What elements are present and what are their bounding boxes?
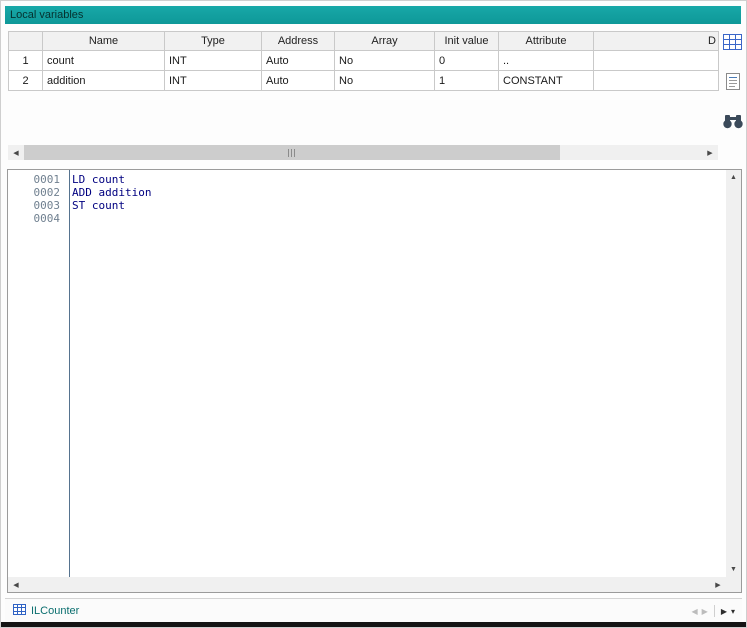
code-line[interactable]: 0003 ST count [8, 199, 726, 212]
address-cell[interactable]: Auto [262, 51, 335, 71]
column-header-array[interactable]: Array [335, 32, 435, 51]
editor-horizontal-scrollbar[interactable]: ◀ ▶ [8, 577, 726, 592]
scrollbar-corner [726, 577, 741, 592]
type-cell[interactable]: INT [165, 71, 262, 91]
code-line[interactable]: 0001 LD count [8, 173, 726, 186]
scrollbar-thumb[interactable] [24, 145, 560, 160]
local-variables-titlebar[interactable]: Local variables [5, 6, 741, 24]
scrollbar-track[interactable] [24, 145, 702, 160]
local-variables-panel: Local variables Name Type Address Array … [0, 0, 747, 628]
attribute-cell[interactable]: .. [499, 51, 594, 71]
line-number: 0004 [8, 212, 65, 225]
window-bottom-edge [1, 622, 746, 627]
tab-next-button[interactable]: ▶ [721, 607, 727, 616]
scrollbar-grip-icon [288, 149, 296, 157]
code-line[interactable]: 0004 [8, 212, 726, 225]
monitor-list-button[interactable] [721, 71, 745, 95]
scroll-left-button[interactable]: ◀ [8, 145, 24, 160]
find-button[interactable] [721, 111, 745, 135]
column-header-address[interactable]: Address [262, 32, 335, 51]
code-text: LD count [65, 173, 125, 186]
variable-grid-button[interactable] [721, 31, 745, 55]
name-cell[interactable]: count [43, 51, 165, 71]
panel-title: Local variables [10, 9, 83, 21]
table-row: 1 count INT Auto No 0 .. [9, 51, 719, 71]
address-cell[interactable]: Auto [262, 71, 335, 91]
side-toolbar [720, 31, 745, 135]
scrollbar-track[interactable] [24, 577, 710, 592]
name-cell[interactable]: addition [43, 71, 165, 91]
scroll-right-button[interactable]: ▶ [702, 145, 718, 160]
code-lines: 0001 LD count 0002 ADD addition 0003 ST … [8, 173, 726, 225]
row-number-cell[interactable]: 2 [9, 71, 43, 91]
array-cell[interactable]: No [335, 71, 435, 91]
code-text [65, 212, 72, 225]
code-text: ADD addition [65, 186, 151, 199]
tab-list-dropdown-button[interactable]: ▾ [731, 607, 735, 616]
init-value-cell[interactable]: 0 [435, 51, 499, 71]
column-header-name[interactable]: Name [43, 32, 165, 51]
editor-view[interactable]: 0001 LD count 0002 ADD addition 0003 ST … [8, 170, 726, 577]
array-cell[interactable]: No [335, 51, 435, 71]
il-code-editor: 0001 LD count 0002 ADD addition 0003 ST … [7, 169, 742, 593]
scroll-right-button[interactable]: ▶ [710, 577, 726, 592]
scroll-up-button[interactable]: ▲ [726, 170, 741, 185]
scroll-down-button[interactable]: ▼ [726, 562, 741, 577]
description-cell[interactable] [594, 51, 719, 71]
monitor-list-icon [725, 72, 741, 94]
tab-nav-divider [714, 605, 715, 617]
find-binoculars-icon [723, 114, 743, 132]
line-number: 0002 [8, 186, 65, 199]
gutter-divider [69, 170, 70, 577]
column-header-description[interactable]: D [594, 32, 719, 51]
select-all-corner[interactable] [9, 32, 43, 51]
description-cell[interactable] [594, 71, 719, 91]
row-number-cell[interactable]: 1 [9, 51, 43, 71]
line-number: 0003 [8, 199, 65, 212]
init-value-cell[interactable]: 1 [435, 71, 499, 91]
scrollbar-track[interactable] [726, 185, 741, 562]
tab-navigation: ◀ ▶ ▶ ▾ [692, 605, 742, 617]
bottom-tab-bar: ILCounter ◀ ▶ ▶ ▾ [5, 598, 742, 623]
program-tab-icon [13, 604, 26, 618]
table-horizontal-scrollbar[interactable]: ◀ ▶ [8, 145, 718, 160]
table-row: 2 addition INT Auto No 1 CONSTANT [9, 71, 719, 91]
column-header-attribute[interactable]: Attribute [499, 32, 594, 51]
variable-grid-icon [723, 34, 742, 53]
attribute-cell[interactable]: CONSTANT [499, 71, 594, 91]
line-number: 0001 [8, 173, 65, 186]
local-variables-table: Name Type Address Array Init value Attri… [8, 31, 719, 91]
tab-label: ILCounter [31, 605, 79, 617]
code-line[interactable]: 0002 ADD addition [8, 186, 726, 199]
editor-vertical-scrollbar[interactable]: ▲ ▼ [726, 170, 741, 577]
column-header-init-value[interactable]: Init value [435, 32, 499, 51]
tab-scroll-right-button[interactable]: ▶ [702, 607, 708, 616]
tab-ilcounter[interactable]: ILCounter [5, 599, 87, 623]
column-header-type[interactable]: Type [165, 32, 262, 51]
tab-scroll-left-button[interactable]: ◀ [692, 607, 698, 616]
scroll-left-button[interactable]: ◀ [8, 577, 24, 592]
code-text: ST count [65, 199, 125, 212]
type-cell[interactable]: INT [165, 51, 262, 71]
table-header-row: Name Type Address Array Init value Attri… [9, 32, 719, 51]
